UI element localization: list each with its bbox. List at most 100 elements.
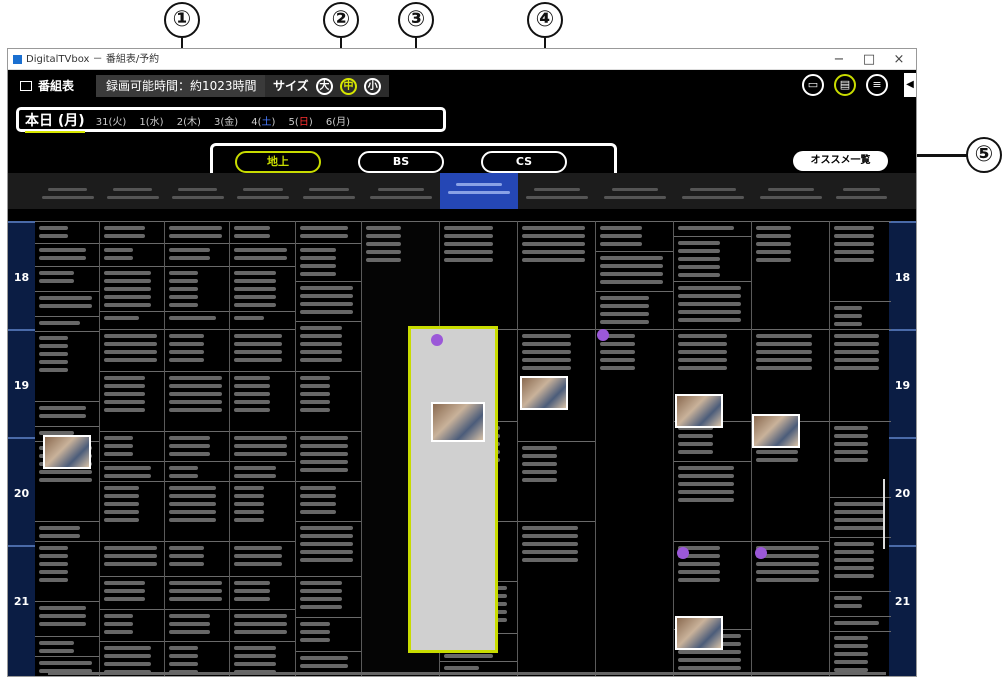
program-cell[interactable] <box>674 236 751 281</box>
program-cell[interactable] <box>35 266 99 291</box>
program-cell[interactable] <box>35 401 99 426</box>
program-cell[interactable] <box>296 521 361 576</box>
tv-icon[interactable]: ▭ <box>802 74 824 96</box>
collapse-arrow-icon[interactable]: ◀ <box>904 73 916 97</box>
date-item-saturday[interactable]: 4(土) <box>251 113 275 132</box>
program-cell[interactable] <box>230 576 295 609</box>
maximize-button[interactable]: □ <box>854 49 884 70</box>
channel-tab[interactable] <box>596 178 674 204</box>
program-cell[interactable] <box>830 591 891 616</box>
program-cell[interactable] <box>230 541 295 576</box>
program-cell[interactable] <box>35 291 99 316</box>
program-cell[interactable] <box>830 537 891 591</box>
program-cell[interactable] <box>165 221 229 243</box>
program-cell[interactable] <box>35 636 99 656</box>
program-cell[interactable] <box>230 431 295 461</box>
program-cell[interactable] <box>35 243 99 266</box>
program-cell[interactable] <box>230 329 295 371</box>
program-cell[interactable] <box>35 221 99 243</box>
program-cell[interactable] <box>100 371 164 431</box>
guide-view-icon[interactable]: ▤ <box>834 74 856 96</box>
channel-tab[interactable] <box>362 178 440 204</box>
program-cell[interactable] <box>100 243 164 266</box>
program-cell[interactable] <box>100 541 164 576</box>
program-cell[interactable] <box>296 243 361 281</box>
program-cell[interactable] <box>674 461 751 541</box>
program-cell[interactable] <box>596 221 673 251</box>
channel-tab[interactable] <box>230 178 296 204</box>
program-cell[interactable] <box>296 576 361 617</box>
minimize-button[interactable]: − <box>824 49 854 70</box>
program-cell[interactable] <box>100 266 164 311</box>
program-cell[interactable] <box>752 541 829 676</box>
program-cell[interactable] <box>100 461 164 481</box>
date-item[interactable]: 31(火) <box>96 113 127 132</box>
program-cell[interactable] <box>752 221 829 329</box>
program-cell[interactable] <box>165 541 229 576</box>
program-cell[interactable] <box>165 576 229 609</box>
program-cell[interactable] <box>230 266 295 311</box>
program-cell[interactable] <box>518 221 595 329</box>
program-cell[interactable] <box>230 243 295 266</box>
program-cell[interactable] <box>100 221 164 243</box>
program-cell[interactable] <box>296 431 361 481</box>
channel-tab[interactable] <box>296 178 362 204</box>
program-cell[interactable] <box>35 601 99 636</box>
date-item-sunday[interactable]: 5(日) <box>289 113 313 132</box>
program-cell[interactable] <box>296 221 361 243</box>
program-cell[interactable] <box>596 291 673 329</box>
program-cell[interactable] <box>165 461 229 481</box>
program-cell[interactable] <box>596 251 673 291</box>
size-small-button[interactable]: 小 <box>364 78 382 95</box>
channel-tab[interactable] <box>35 178 100 204</box>
program-cell[interactable] <box>830 329 891 421</box>
program-cell[interactable] <box>165 609 229 641</box>
program-cell[interactable] <box>165 329 229 371</box>
program-cell[interactable] <box>830 497 891 537</box>
program-cell[interactable] <box>35 316 99 331</box>
horizontal-scrollbar[interactable] <box>48 672 886 675</box>
channel-tab[interactable] <box>830 178 893 204</box>
program-cell[interactable] <box>165 431 229 461</box>
program-cell[interactable] <box>830 221 891 301</box>
program-cell[interactable] <box>100 431 164 461</box>
program-cell[interactable] <box>165 243 229 266</box>
program-cell[interactable] <box>100 609 164 641</box>
channel-tab[interactable] <box>100 178 165 204</box>
size-large-button[interactable]: 大 <box>315 78 333 95</box>
channel-tab[interactable] <box>518 178 596 204</box>
program-cell[interactable] <box>296 371 361 431</box>
band-cs-button[interactable]: CS <box>481 151 567 173</box>
program-cell[interactable] <box>35 541 99 601</box>
program-cell[interactable] <box>674 281 751 329</box>
program-cell[interactable] <box>518 521 595 676</box>
program-cell[interactable] <box>830 421 891 497</box>
program-cell[interactable] <box>296 321 361 371</box>
selected-program[interactable] <box>408 326 498 653</box>
program-cell[interactable] <box>100 329 164 371</box>
program-cell[interactable] <box>165 311 229 329</box>
size-medium-button[interactable]: 中 <box>340 78 358 95</box>
vertical-scrollbar[interactable] <box>883 479 885 549</box>
program-cell[interactable] <box>165 266 229 311</box>
playlist-icon[interactable]: ≡ <box>866 74 888 96</box>
program-cell[interactable] <box>165 371 229 431</box>
program-cell[interactable] <box>230 371 295 431</box>
program-cell[interactable] <box>100 311 164 329</box>
program-cell[interactable] <box>830 616 891 631</box>
program-cell[interactable] <box>518 441 595 521</box>
program-cell[interactable] <box>230 481 295 541</box>
channel-tab[interactable] <box>674 178 752 204</box>
program-cell[interactable] <box>35 331 99 401</box>
recommend-list-button[interactable]: オススメ一覧 <box>793 151 888 171</box>
channel-tab[interactable] <box>440 173 518 209</box>
program-cell[interactable] <box>596 329 673 676</box>
program-cell[interactable] <box>674 221 751 236</box>
program-cell[interactable] <box>230 461 295 481</box>
program-cell[interactable] <box>230 609 295 641</box>
close-button[interactable]: × <box>884 49 914 70</box>
band-bs-button[interactable]: BS <box>358 151 444 173</box>
channel-tab[interactable] <box>165 178 230 204</box>
program-cell[interactable] <box>230 221 295 243</box>
program-cell[interactable] <box>100 576 164 609</box>
